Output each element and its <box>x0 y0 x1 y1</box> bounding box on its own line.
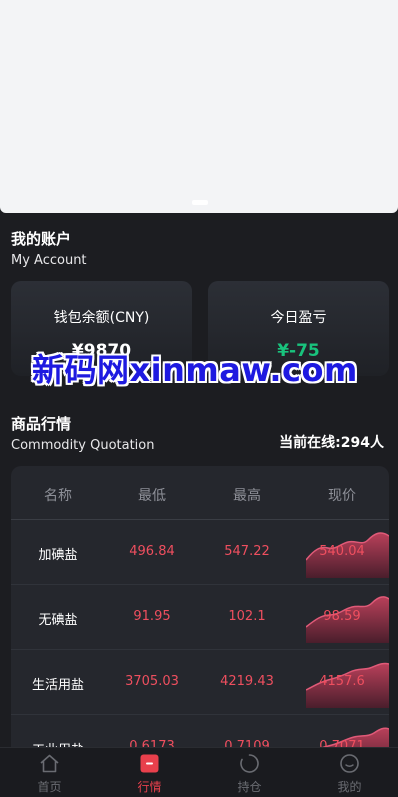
tab-position-label: 持仓 <box>237 780 262 794</box>
today-pnl-label: 今日盈亏 <box>270 310 327 326</box>
home-icon <box>40 754 59 773</box>
commodity-name: 生活用盐 <box>31 678 84 693</box>
bottom-tab-bar: 首页 行情 持仓 我的 <box>0 747 398 797</box>
price-high: 102.1 <box>228 609 266 624</box>
tab-position[interactable]: 持仓 <box>200 748 299 797</box>
price-high: 4219.43 <box>220 674 274 689</box>
price-low: 3705.03 <box>125 674 179 689</box>
price-current: 98.59 <box>323 609 361 624</box>
table-row[interactable]: 无碘盐 91.95 102.1 98.59 <box>11 585 389 650</box>
wallet-balance-label: 钱包余额(CNY) <box>53 310 150 326</box>
position-icon <box>240 754 259 773</box>
carousel-indicator[interactable] <box>192 200 208 205</box>
banner-carousel[interactable] <box>0 0 398 213</box>
price-low: 496.84 <box>129 544 175 559</box>
watermark-text: 新码网xinmaw.com <box>32 351 358 389</box>
tab-market-label: 行情 <box>137 780 162 794</box>
price-high: 547.22 <box>224 544 270 559</box>
market-subtitle: Commodity Quotation <box>11 438 155 453</box>
profile-icon <box>340 754 359 773</box>
tab-home-label: 首页 <box>37 780 62 794</box>
tab-profile-label: 我的 <box>337 780 362 794</box>
price-low: 91.95 <box>133 609 171 624</box>
header-name: 名称 <box>44 488 72 504</box>
account-title: 我的账户 <box>11 230 72 248</box>
header-high: 最高 <box>233 488 261 504</box>
account-subtitle: My Account <box>11 253 87 268</box>
commodity-name: 加碘盐 <box>38 548 78 563</box>
table-row[interactable]: 生活用盐 3705.03 4219.43 4157.6 <box>11 650 389 715</box>
header-now: 现价 <box>328 488 356 504</box>
market-title: 商品行情 <box>11 415 72 433</box>
tab-market[interactable]: 行情 <box>100 748 199 797</box>
table-row[interactable]: 加碘盐 496.84 547.22 540.04 <box>11 520 389 585</box>
tab-home[interactable]: 首页 <box>0 748 99 797</box>
market-icon <box>140 754 159 773</box>
table-header: 名称 最低 最高 现价 <box>11 466 389 520</box>
header-low: 最低 <box>138 488 166 504</box>
online-count: 当前在线:294人 <box>279 435 384 451</box>
commodity-name: 无碘盐 <box>38 613 78 628</box>
tab-profile[interactable]: 我的 <box>300 748 398 797</box>
price-current: 540.04 <box>319 544 365 559</box>
price-current: 4157.6 <box>319 674 365 689</box>
